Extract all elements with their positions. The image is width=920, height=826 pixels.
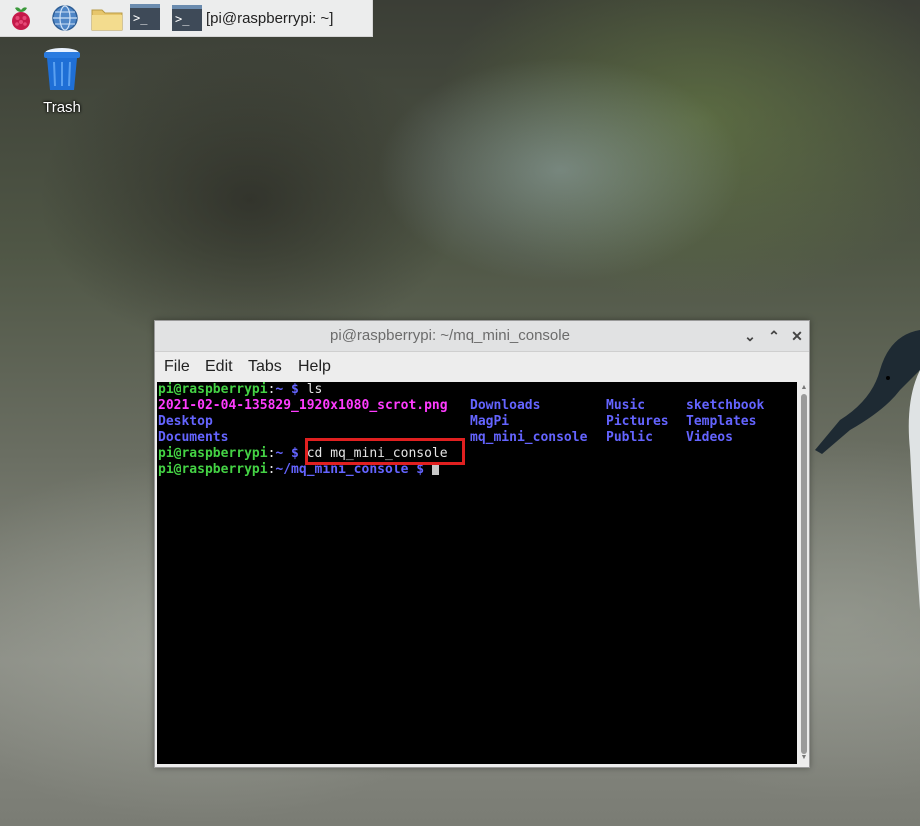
scroll-up-icon[interactable]: ▲: [800, 384, 808, 392]
dir-entry: Desktop: [158, 414, 213, 429]
trash-label: Trash: [43, 99, 81, 116]
scroll-down-icon[interactable]: ▼: [800, 754, 808, 762]
terminal-window: pi@raspberrypi: ~/mq_mini_console ⌄ ⌃ ✕ …: [154, 320, 810, 768]
chevron-up-icon[interactable]: ⌃: [765, 327, 783, 345]
menubar: File Edit Tabs Help: [155, 352, 809, 381]
dir-entry: Public: [606, 430, 653, 445]
dir-entry: Videos: [686, 430, 733, 445]
menu-edit[interactable]: Edit: [205, 352, 233, 382]
web-browser-icon[interactable]: [50, 4, 80, 32]
dir-entry: sketchbook: [686, 398, 765, 413]
menu-file[interactable]: File: [164, 352, 190, 382]
prompt-dollar: $: [283, 446, 307, 461]
terminal-output[interactable]: pi@raspberrypi:~ $ ls 2021-02-04-135829_…: [157, 382, 797, 764]
highlight-box: [305, 438, 465, 465]
dir-entry: MagPi: [470, 414, 510, 429]
taskbar-task-label: [pi@raspberrypi: ~]: [206, 9, 334, 27]
dir-entry: Documents: [158, 430, 229, 445]
raspberry-menu-icon[interactable]: [6, 4, 36, 32]
window-titlebar[interactable]: pi@raspberrypi: ~/mq_mini_console ⌄ ⌃ ✕: [155, 321, 809, 352]
prompt-user: pi@raspberrypi: [158, 382, 268, 397]
dir-entry: Pictures: [606, 414, 669, 429]
scrollbar-thumb[interactable]: [801, 394, 807, 754]
dir-entry: Downloads: [470, 398, 541, 413]
menu-help[interactable]: Help: [298, 352, 331, 382]
dir-entry: mq_mini_console: [470, 430, 588, 445]
dir-entry: Templates: [686, 414, 757, 429]
menu-tabs[interactable]: Tabs: [248, 352, 282, 382]
window-title: pi@raspberrypi: ~/mq_mini_console: [330, 327, 570, 344]
chevron-down-icon[interactable]: ⌄: [741, 327, 759, 345]
prompt-user: pi@raspberrypi: [158, 446, 268, 461]
taskbar: >_ >_ [pi@raspberrypi: ~]: [0, 0, 373, 37]
prompt-dollar: $: [283, 382, 307, 397]
trash-icon: [44, 48, 80, 90]
terminal-icon[interactable]: >_: [130, 4, 160, 32]
desktop-trash[interactable]: Trash: [30, 44, 94, 116]
taskbar-task-terminal[interactable]: >_ [pi@raspberrypi: ~]: [172, 3, 368, 33]
close-icon[interactable]: ✕: [788, 327, 806, 345]
file-entry: 2021-02-04-135829_1920x1080_scrot.png: [158, 398, 448, 413]
dir-entry: Music: [606, 398, 646, 413]
wallpaper-bird: [810, 330, 920, 610]
file-manager-icon[interactable]: [90, 4, 123, 32]
vertical-scrollbar[interactable]: ▲ ▼: [799, 382, 809, 764]
prompt-user: pi@raspberrypi: [158, 462, 268, 477]
command-text: ls: [306, 382, 323, 397]
terminal-line-ls: pi@raspberrypi:~ $ ls: [158, 382, 322, 398]
terminal-task-icon: >_: [172, 5, 202, 31]
